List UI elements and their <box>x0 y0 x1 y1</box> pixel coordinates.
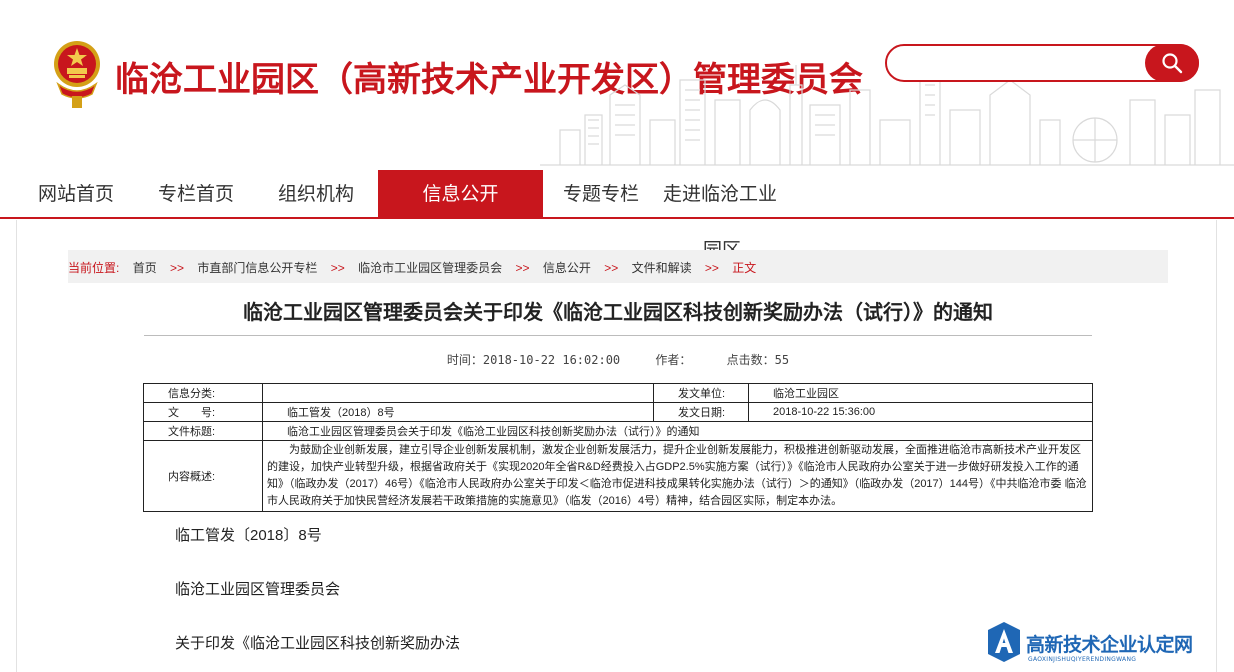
breadcrumb-separator: >> <box>170 261 185 275</box>
breadcrumb-home[interactable]: 首页 <box>133 261 157 275</box>
table-row: 文 号: 临工管发（2018）8号 发文日期: 2018-10-22 15:36… <box>143 402 1093 422</box>
body-paragraph: 临沧工业园区管理委员会 <box>175 581 341 598</box>
main-nav: 网站首页 专栏首页 组织机构 信息公开 专题专栏 走进临沧工业 <box>0 170 1234 220</box>
issue-date-value: 2018-10-22 15:36:00 <box>748 402 1093 422</box>
document-info-table: 信息分类: 发文单位: 临沧工业园区 文 号: 临工管发（2018）8号 发文日… <box>143 383 1093 512</box>
breadcrumb: 当前位置: 首页 >> 市直部门信息公开专栏 >> 临沧市工业园区管理委员会 >… <box>68 250 1168 283</box>
watermark-subtext: GAOXINJISHUQIYERENDINGWANG <box>1028 656 1137 663</box>
article-meta: 时间：2018-10-22 16:02:00 作者： 点击数：55 <box>144 351 1092 368</box>
nav-item-home[interactable]: 网站首页 <box>38 170 114 218</box>
nav-item-about-park[interactable]: 走进临沧工业 <box>663 170 777 218</box>
breadcrumb-separator: >> <box>330 261 345 275</box>
breadcrumb-docs[interactable]: 文件和解读 <box>632 261 692 275</box>
nav-item-special-topics[interactable]: 专题专栏 <box>563 170 639 218</box>
article-author: 作者： <box>655 353 692 367</box>
content-frame-right <box>1216 220 1217 672</box>
breadcrumb-separator: >> <box>604 261 619 275</box>
summary-label: 内容概述: <box>143 440 263 512</box>
category-label: 信息分类: <box>143 383 263 403</box>
search-input[interactable] <box>901 52 1145 76</box>
nav-item-column-home[interactable]: 专栏首页 <box>158 170 234 218</box>
breadcrumb-separator: >> <box>515 261 530 275</box>
search-icon <box>1162 53 1183 74</box>
table-row: 内容概述: 为鼓励企业创新发展，建立引导企业创新发展机制，激发企业创新发展活力，… <box>143 440 1093 512</box>
watermark-logo-icon <box>988 622 1020 662</box>
site-header: 临沧工业园区（高新技术产业开发区）管理委员会 <box>0 0 1234 170</box>
search-box <box>885 44 1199 82</box>
watermark-text: 高新技术企业认定网 <box>1026 634 1193 656</box>
body-paragraph: 关于印发《临沧工业园区科技创新奖励办法 <box>175 635 461 652</box>
site-watermark: 高新技术企业认定网 GAOXINJISHUQIYERENDINGWANG <box>986 620 1234 672</box>
nav-item-organization[interactable]: 组织机构 <box>278 170 354 218</box>
table-row: 文件标题: 临沧工业园区管理委员会关于印发《临沧工业园区科技创新奖励办法（试行）… <box>143 421 1093 441</box>
article-time: 时间：2018-10-22 16:02:00 <box>446 353 621 367</box>
breadcrumb-separator: >> <box>704 261 719 275</box>
search-button[interactable] <box>1145 44 1199 82</box>
table-row: 信息分类: 发文单位: 临沧工业园区 <box>143 383 1093 403</box>
category-value <box>262 383 654 403</box>
file-title-value: 临沧工业园区管理委员会关于印发《临沧工业园区科技创新奖励办法（试行）》的通知 <box>262 421 1093 441</box>
doc-number-value: 临工管发（2018）8号 <box>262 402 654 422</box>
breadcrumb-park-committee[interactable]: 临沧市工业园区管理委员会 <box>358 261 502 275</box>
nav-divider <box>0 217 1234 219</box>
breadcrumb-dept-column[interactable]: 市直部门信息公开专栏 <box>197 261 317 275</box>
file-title-label: 文件标题: <box>143 421 263 441</box>
breadcrumb-current: 正文 <box>732 261 757 275</box>
content-frame-left <box>16 220 17 672</box>
body-paragraph: 临工管发〔2018〕8号 <box>175 527 322 544</box>
issue-date-label: 发文日期: <box>653 402 749 422</box>
issuer-label: 发文单位: <box>653 383 749 403</box>
doc-number-label: 文 号: <box>143 402 263 422</box>
issuer-value: 临沧工业园区 <box>748 383 1093 403</box>
title-divider <box>144 335 1092 336</box>
article-clicks: 点击数：55 <box>726 353 790 367</box>
national-emblem-icon <box>54 41 100 108</box>
breadcrumb-label: 当前位置: <box>68 261 120 275</box>
summary-value: 为鼓励企业创新发展，建立引导企业创新发展机制，激发企业创新发展活力，提升企业创新… <box>262 440 1093 512</box>
breadcrumb-info-public[interactable]: 信息公开 <box>543 261 591 275</box>
nav-item-info-public[interactable]: 信息公开 <box>378 170 543 218</box>
article-title: 临沧工业园区管理委员会关于印发《临沧工业园区科技创新奖励办法（试行）》的通知 <box>243 300 993 324</box>
